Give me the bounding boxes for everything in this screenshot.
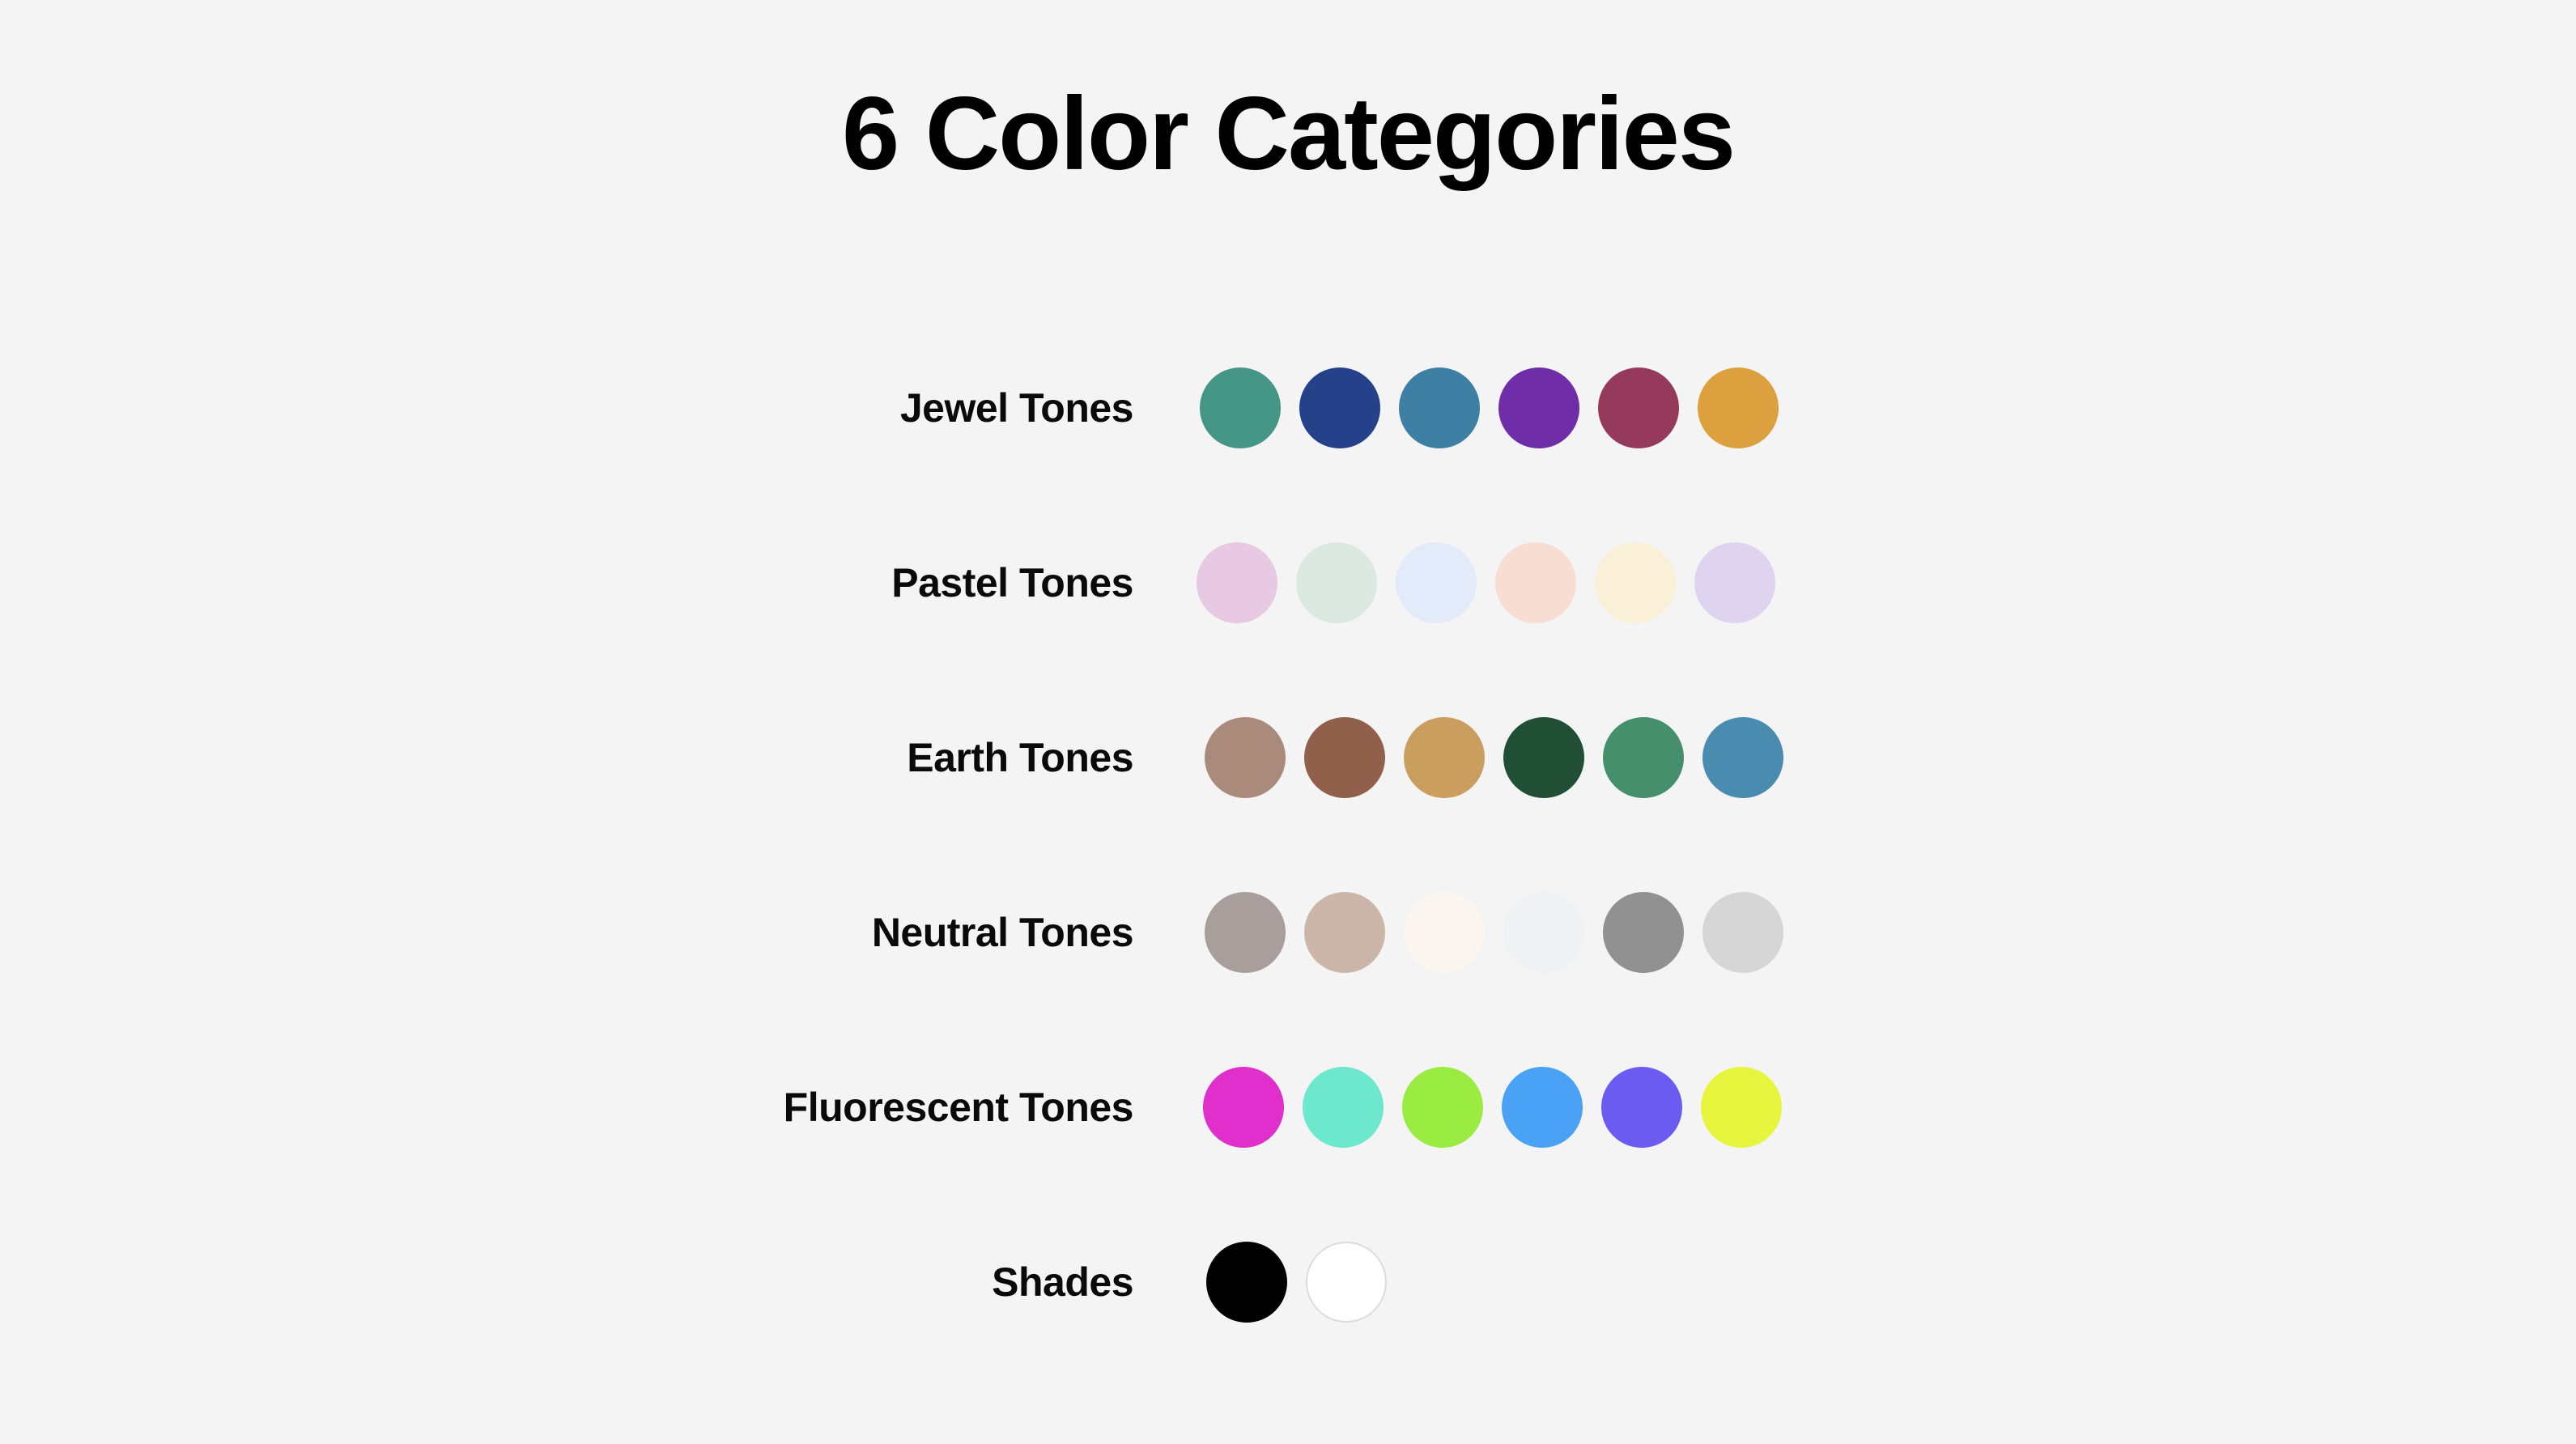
- row-label-jewel-tones: Jewel Tones: [899, 385, 1134, 431]
- swatch-fluorescent-magenta[interactable]: [1203, 1067, 1284, 1148]
- row-label-neutral-tones: Neutral Tones: [871, 910, 1134, 955]
- color-category-rows: Jewel Tones Pastel Tones Earth Tones Neutra…: [0, 321, 2576, 1370]
- color-category-row: Shades: [0, 1195, 2576, 1370]
- swatch-group: [1203, 1067, 1782, 1148]
- swatch-jewel-purple[interactable]: [1498, 367, 1579, 448]
- color-category-row: Neutral Tones: [0, 845, 2576, 1020]
- row-label-earth-tones: Earth Tones: [907, 735, 1133, 780]
- swatch-neutral-ivory[interactable]: [1404, 892, 1485, 973]
- swatch-earth-sea-green[interactable]: [1603, 717, 1684, 798]
- swatch-fluorescent-azure[interactable]: [1502, 1067, 1583, 1148]
- swatch-jewel-navy[interactable]: [1299, 367, 1380, 448]
- swatch-neutral-beige[interactable]: [1304, 892, 1385, 973]
- swatch-pastel-lavender[interactable]: [1694, 542, 1775, 623]
- page-title: 6 Color Categories: [841, 76, 1736, 192]
- color-categories-poster: 6 Color Categories Jewel Tones Pastel Ton…: [0, 0, 2576, 1444]
- swatch-jewel-steel-blue[interactable]: [1399, 367, 1480, 448]
- swatch-pastel-powder-blue[interactable]: [1396, 542, 1477, 623]
- swatch-fluorescent-lime[interactable]: [1402, 1067, 1483, 1148]
- color-category-row: Pastel Tones: [0, 495, 2576, 670]
- swatch-fluorescent-violet[interactable]: [1601, 1067, 1682, 1148]
- swatch-jewel-maroon[interactable]: [1598, 367, 1679, 448]
- swatch-group: [1205, 717, 1783, 798]
- swatch-neutral-off-white[interactable]: [1503, 892, 1584, 973]
- row-label-pastel-tones: Pastel Tones: [891, 560, 1133, 605]
- swatch-pastel-pink[interactable]: [1197, 542, 1277, 623]
- swatch-earth-sand[interactable]: [1404, 717, 1485, 798]
- swatch-earth-forest-green[interactable]: [1503, 717, 1584, 798]
- swatch-group: [1197, 542, 1775, 623]
- swatch-shade-black[interactable]: [1206, 1242, 1287, 1323]
- swatch-earth-slate-blue[interactable]: [1702, 717, 1783, 798]
- row-label-shades: Shades: [992, 1259, 1133, 1305]
- color-category-row: Earth Tones: [0, 670, 2576, 845]
- swatch-pastel-cream[interactable]: [1595, 542, 1676, 623]
- swatch-pastel-peach[interactable]: [1495, 542, 1576, 623]
- color-category-row: Jewel Tones: [0, 321, 2576, 495]
- swatch-group: [1200, 367, 1779, 448]
- swatch-jewel-teal[interactable]: [1200, 367, 1281, 448]
- swatch-fluorescent-yellow[interactable]: [1701, 1067, 1782, 1148]
- color-category-row: Fluorescent Tones: [0, 1020, 2576, 1195]
- swatch-group: [1205, 892, 1783, 973]
- swatch-earth-taupe[interactable]: [1205, 717, 1286, 798]
- row-label-fluorescent-tones: Fluorescent Tones: [783, 1085, 1134, 1130]
- swatch-group: [1206, 1242, 1387, 1323]
- swatch-pastel-mint[interactable]: [1296, 542, 1377, 623]
- swatch-earth-terracotta[interactable]: [1304, 717, 1385, 798]
- swatch-shade-white[interactable]: [1306, 1242, 1387, 1323]
- swatch-jewel-gold[interactable]: [1698, 367, 1779, 448]
- swatch-neutral-mid-gray[interactable]: [1603, 892, 1684, 973]
- swatch-neutral-light-gray[interactable]: [1702, 892, 1783, 973]
- swatch-fluorescent-aquamarine[interactable]: [1303, 1067, 1384, 1148]
- swatch-neutral-warm-gray[interactable]: [1205, 892, 1286, 973]
